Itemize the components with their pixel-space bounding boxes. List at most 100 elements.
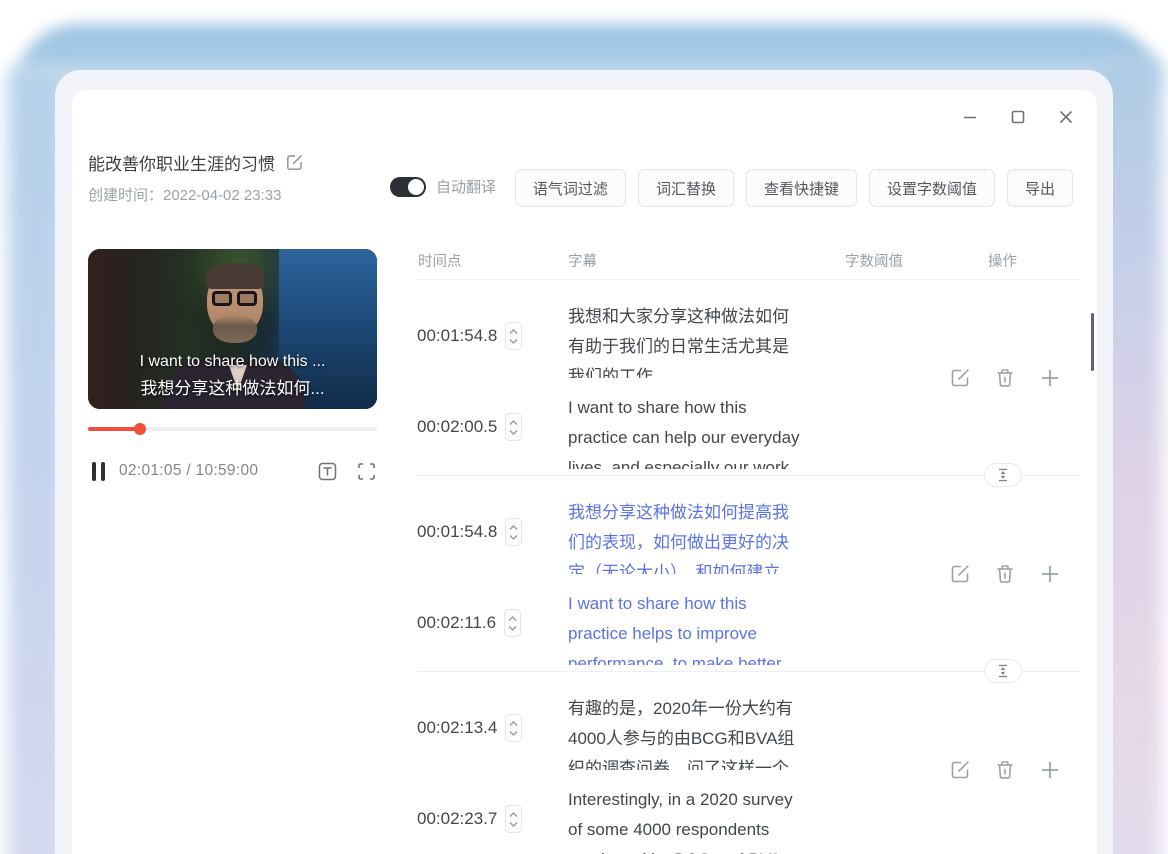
edit-icon — [949, 563, 971, 585]
auto-translate-label: 自动翻译 — [436, 176, 496, 197]
edit-row-button[interactable] — [949, 563, 971, 585]
merge-rows-button[interactable] — [984, 463, 1022, 487]
row-actions — [949, 759, 1061, 781]
project-title: 能改善你职业生涯的习惯 — [88, 150, 275, 175]
edit-row-button[interactable] — [949, 367, 971, 389]
trash-icon — [994, 563, 1016, 585]
time-stepper[interactable] — [505, 714, 522, 742]
maximize-button[interactable] — [1007, 108, 1029, 130]
chevron-up-icon — [509, 812, 518, 818]
col-header-threshold: 字数阈值 — [845, 250, 903, 271]
auto-translate-toggle[interactable] — [390, 177, 426, 197]
project-title-row: 能改善你职业生涯的习惯 — [88, 150, 304, 175]
minimize-icon — [962, 109, 978, 130]
fullscreen-button[interactable] — [356, 461, 377, 482]
timecell: 00:01:54.8 — [417, 322, 522, 350]
timecell: 00:02:11.6 — [417, 609, 521, 637]
window-controls — [959, 108, 1077, 130]
desktop-background: 能改善你职业生涯的习惯 创建时间：2022-04-02 23:33 自动翻译 语… — [0, 0, 1168, 854]
chevron-up-icon — [509, 329, 518, 335]
edit-icon — [949, 759, 971, 781]
chevron-up-icon — [508, 616, 517, 622]
progress-handle[interactable] — [134, 423, 146, 435]
plus-icon — [1039, 759, 1061, 781]
chevron-up-icon — [509, 721, 518, 727]
pause-icon — [92, 462, 96, 481]
progress-fill — [88, 427, 140, 431]
table-scrollbar-thumb[interactable] — [1091, 313, 1094, 371]
subtitle-text[interactable]: 我想分享这种做法如何提高我 们的表现，如何做出更好的决 定（无论大小），和如何建… — [568, 498, 846, 574]
fullscreen-icon — [356, 461, 377, 482]
timestamp: 00:02:13.4 — [417, 718, 497, 738]
merge-rows-button[interactable] — [984, 659, 1022, 683]
plus-icon — [1039, 563, 1061, 585]
subtitle-row-group: 00:01:54.8 我想和大家分享这种做法如何 有助于我们的日常生活尤其是 我… — [417, 280, 1080, 476]
subtitle-text[interactable]: Interestingly, in a 2020 survey of some … — [568, 785, 846, 854]
app-window: 能改善你职业生涯的习惯 创建时间：2022-04-02 23:33 自动翻译 语… — [55, 70, 1113, 854]
close-icon — [1058, 109, 1074, 130]
timecell: 00:02:23.7 — [417, 805, 522, 833]
time-stepper[interactable] — [505, 413, 522, 441]
timecell: 00:01:54.8 — [417, 518, 522, 546]
view-shortcuts-button[interactable]: 查看快捷键 — [746, 169, 857, 207]
timestamp: 00:02:00.5 — [417, 417, 497, 437]
time-stepper[interactable] — [505, 518, 522, 546]
auto-translate-control: 自动翻译 — [390, 176, 496, 197]
created-time: 创建时间：2022-04-02 23:33 — [88, 184, 281, 205]
subtitle-text[interactable]: 我想和大家分享这种做法如何 有助于我们的日常生活尤其是 我们的工作 — [568, 302, 846, 378]
chevron-down-icon — [509, 534, 518, 540]
video-preview[interactable]: I want to share how this ... 我想分享这种做法如何.… — [88, 249, 377, 409]
chevron-down-icon — [509, 730, 518, 736]
add-row-button[interactable] — [1039, 367, 1061, 389]
toolbar: 语气词过滤 词汇替换 查看快捷键 设置字数阈值 导出 — [515, 169, 1073, 207]
subtitle-row-group: 00:01:54.8 我想分享这种做法如何提高我 们的表现，如何做出更好的决 定… — [417, 476, 1080, 672]
filler-word-filter-button[interactable]: 语气词过滤 — [515, 169, 626, 207]
time-stepper[interactable] — [505, 322, 522, 350]
subtitle-table: 时间点 字幕 字数阈值 操作 00:01:54.8 我想和大家分享这种做法如何 … — [417, 246, 1080, 854]
player-controls: 02:01:05 / 10:59:00 — [88, 456, 377, 486]
chevron-down-icon — [509, 429, 518, 435]
time-stepper[interactable] — [504, 609, 521, 637]
close-button[interactable] — [1055, 108, 1077, 130]
playback-time: 02:01:05 / 10:59:00 — [119, 462, 258, 480]
chevron-down-icon — [508, 625, 517, 631]
subtitle-text[interactable]: 有趣的是，2020年一份大约有 4000人参与的由BCG和BVA组 织的调查问卷… — [568, 694, 846, 770]
chevron-up-icon — [509, 420, 518, 426]
edit-icon — [949, 367, 971, 389]
trash-icon — [994, 367, 1016, 389]
timestamp: 00:01:54.8 — [417, 522, 497, 542]
trash-icon — [994, 759, 1016, 781]
plus-icon — [1039, 367, 1061, 389]
video-subtitle-zh: 我想分享这种做法如何... — [88, 375, 377, 403]
edit-row-button[interactable] — [949, 759, 971, 781]
col-header-timepoint: 时间点 — [418, 250, 462, 271]
subtitle-text[interactable]: I want to share how this practice can he… — [568, 393, 846, 469]
add-row-button[interactable] — [1039, 563, 1061, 585]
edit-title-icon[interactable] — [285, 153, 304, 172]
delete-row-button[interactable] — [994, 759, 1016, 781]
timestamp: 00:02:11.6 — [417, 613, 496, 633]
toggle-knob — [408, 179, 424, 195]
minimize-button[interactable] — [959, 108, 981, 130]
pause-button[interactable] — [92, 462, 105, 481]
chevron-up-icon — [509, 525, 518, 531]
set-char-threshold-button[interactable]: 设置字数阈值 — [869, 169, 995, 207]
timestamp: 00:02:23.7 — [417, 809, 497, 829]
video-subtitle-overlay: I want to share how this ... 我想分享这种做法如何.… — [88, 348, 377, 403]
table-header: 时间点 字幕 字数阈值 操作 — [417, 246, 1080, 280]
subtitle-t-icon — [317, 461, 338, 482]
delete-row-button[interactable] — [994, 563, 1016, 585]
chevron-down-icon — [509, 821, 518, 827]
export-button[interactable]: 导出 — [1007, 169, 1073, 207]
subtitle-row-group: 00:02:13.4 有趣的是，2020年一份大约有 4000人参与的由BCG和… — [417, 672, 1080, 854]
chevron-down-icon — [509, 338, 518, 344]
merge-rows-icon — [997, 664, 1009, 678]
time-stepper[interactable] — [505, 805, 522, 833]
word-replace-button[interactable]: 词汇替换 — [638, 169, 734, 207]
timecell: 00:02:13.4 — [417, 714, 522, 742]
delete-row-button[interactable] — [994, 367, 1016, 389]
subtitle-toggle-button[interactable] — [317, 461, 338, 482]
subtitle-text[interactable]: I want to share how this practice helps … — [568, 589, 846, 665]
seek-bar[interactable] — [88, 427, 377, 431]
add-row-button[interactable] — [1039, 759, 1061, 781]
